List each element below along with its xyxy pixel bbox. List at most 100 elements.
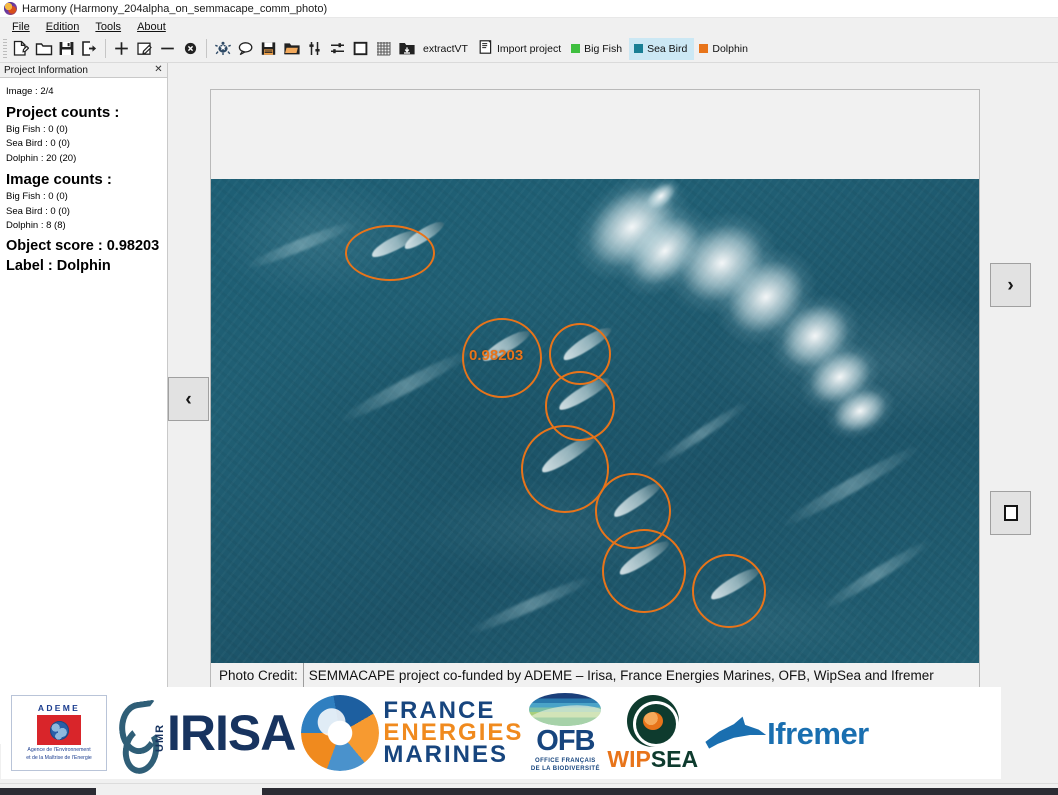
image-count-dolphin: Dolphin : 8 (8) xyxy=(6,220,66,232)
chevron-right-icon: › xyxy=(1007,274,1014,296)
image-viewer: 0.98203 ‹ › Photo Credit: SEMMACAPE proj… xyxy=(168,63,1058,744)
close-icon[interactable]: ✕ xyxy=(153,65,164,75)
class-label-big-fish: Big Fish xyxy=(584,42,623,55)
ademe-subtitle: Agence de l'Environnement et de la Maîtr… xyxy=(26,747,92,763)
taskbar xyxy=(0,783,1058,795)
ofb-subtitle: OFFICE FRANÇAIS DE LA BIODIVERSITÉ xyxy=(531,757,600,773)
project-information-panel: Project Information ✕ Image : 2/4 Projec… xyxy=(0,63,168,744)
class-color-swatch-dolphin xyxy=(699,44,709,53)
image-counts-heading: Image counts : xyxy=(6,170,112,188)
harmony-logo-icon xyxy=(4,2,17,15)
ademe-title: ADEME xyxy=(37,703,81,714)
turtle-icon[interactable] xyxy=(211,37,234,61)
class-button-sea-bird[interactable]: Sea Bird xyxy=(629,37,695,60)
ademe-subtitle-line1: Agence de l'Environnement xyxy=(27,747,91,754)
window-title: Harmony (Harmony_204alpha_on_semmacape_c… xyxy=(22,2,328,15)
open-folder-orange-icon[interactable] xyxy=(280,37,303,61)
object-score: Object score : 0.98203 xyxy=(6,238,160,255)
class-color-swatch-sea-bird xyxy=(634,44,644,53)
project-count-big-fish: Big Fish : 0 (0) xyxy=(6,123,68,135)
menu-item-about[interactable]: About xyxy=(130,20,173,34)
photo-credit-text: SEMMACAPE project co-funded by ADEME – I… xyxy=(308,668,934,683)
fem-line3: MARINES xyxy=(383,741,509,769)
ofb-title: OFB xyxy=(536,724,595,757)
photo-credit-label: Photo Credit: xyxy=(219,668,298,683)
menu-item-file[interactable]: File xyxy=(5,20,37,34)
aerial-photo: 0.98203 xyxy=(211,179,979,663)
menu-item-edition[interactable]: Edition xyxy=(39,20,87,34)
france-energies-marines-logo: FRANCE ENERGIES MARINES xyxy=(301,693,523,773)
fem-wordmark: FRANCE ENERGIES MARINES xyxy=(383,698,523,769)
delete-circle-icon[interactable] xyxy=(179,37,202,61)
ademe-logo: ADEME Agence de l'Environnement et de la… xyxy=(11,695,107,771)
irisa-umr: UMR xyxy=(154,723,166,752)
import-project-label: Import project xyxy=(496,42,562,55)
import-project-button[interactable]: Import project xyxy=(473,37,566,61)
main-toolbar: extractVT Import project Big Fish Sea Bi… xyxy=(0,35,1058,63)
wipsea-logo: WIPSEA xyxy=(607,693,698,773)
globe-icon xyxy=(49,720,69,740)
new-project-icon[interactable] xyxy=(9,37,32,61)
image-count-big-fish: Big Fish : 0 (0) xyxy=(6,190,68,202)
project-count-dolphin: Dolphin : 20 (20) xyxy=(6,153,77,165)
class-label-dolphin: Dolphin xyxy=(712,42,748,55)
ademe-subtitle-line2: et de la Maîtrise de l'Energie xyxy=(26,755,92,761)
toolbar-separator xyxy=(206,39,207,58)
class-button-dolphin[interactable]: Dolphin xyxy=(694,38,755,60)
wipsea-wordmark: WIPSEA xyxy=(607,748,698,771)
ofb-subtitle-line2: DE LA BIODIVERSITÉ xyxy=(530,765,600,772)
detection-marker[interactable] xyxy=(345,225,435,281)
sliders-horizontal-icon[interactable] xyxy=(326,37,349,61)
fem-swirl-icon xyxy=(301,695,380,771)
dolphin-icon xyxy=(705,716,767,749)
irisa-mark-icon xyxy=(113,700,153,766)
irisa-logo: UMR IRISA xyxy=(113,696,296,770)
detection-marker[interactable] xyxy=(692,554,766,628)
grid-icon[interactable] xyxy=(372,37,395,61)
image-canvas[interactable]: 0.98203 xyxy=(210,89,980,663)
square-outline-icon[interactable] xyxy=(349,37,372,61)
turtle-shell-icon xyxy=(642,712,663,730)
export-icon[interactable] xyxy=(78,37,101,61)
import-document-icon xyxy=(478,39,494,58)
extract-vt-button[interactable]: extractVT xyxy=(418,37,473,61)
funding-logos-bar: ADEME Agence de l'Environnement et de la… xyxy=(1,687,1001,779)
panel-title-bar: Project Information ✕ xyxy=(0,63,167,78)
ofb-landscape-icon xyxy=(529,693,602,726)
menu-item-tools[interactable]: Tools xyxy=(88,20,128,34)
detection-marker[interactable] xyxy=(602,529,686,613)
extract-folder-icon[interactable] xyxy=(395,37,418,61)
turtle-disc-icon xyxy=(626,695,679,747)
ifremer-logo: Ifremer xyxy=(704,697,869,769)
class-color-swatch-big-fish xyxy=(571,44,581,53)
ofb-subtitle-line1: OFFICE FRANÇAIS xyxy=(535,757,596,764)
class-button-big-fish[interactable]: Big Fish xyxy=(566,38,629,60)
edit-pencil-icon[interactable] xyxy=(133,37,156,61)
sliders-vertical-icon[interactable] xyxy=(303,37,326,61)
project-count-sea-bird: Sea Bird : 0 (0) xyxy=(6,138,70,150)
main-area: Project Information ✕ Image : 2/4 Projec… xyxy=(0,63,1058,744)
add-plus-icon[interactable] xyxy=(110,37,133,61)
ademe-mark xyxy=(37,715,81,746)
minus-line-icon[interactable] xyxy=(156,37,179,61)
extract-vt-label: extractVT xyxy=(423,42,468,55)
save-disk-icon[interactable] xyxy=(257,37,280,61)
panel-title: Project Information xyxy=(4,64,88,76)
square-icon xyxy=(1003,505,1018,521)
project-counts-heading: Project counts : xyxy=(6,103,120,121)
ofb-logo: OFB OFFICE FRANÇAIS DE LA BIODIVERSITÉ xyxy=(529,693,602,773)
save-icon[interactable] xyxy=(55,37,78,61)
class-label-sea-bird: Sea Bird xyxy=(647,42,688,55)
image-count-sea-bird: Sea Bird : 0 (0) xyxy=(6,205,70,217)
comment-bubble-icon[interactable] xyxy=(234,37,257,61)
toolbar-drag-handle[interactable] xyxy=(3,38,7,59)
detection-score-label: 0.98203 xyxy=(469,347,524,364)
open-folder-icon[interactable] xyxy=(32,37,55,61)
chevron-left-icon: ‹ xyxy=(185,388,192,410)
object-label: Label : Dolphin xyxy=(6,258,111,275)
next-image-button[interactable]: › xyxy=(990,263,1031,307)
wipsea-part2: SEA xyxy=(650,746,699,772)
title-bar: Harmony (Harmony_204alpha_on_semmacape_c… xyxy=(0,0,1058,18)
fit-to-window-button[interactable] xyxy=(990,491,1031,535)
previous-image-button[interactable]: ‹ xyxy=(168,377,209,421)
